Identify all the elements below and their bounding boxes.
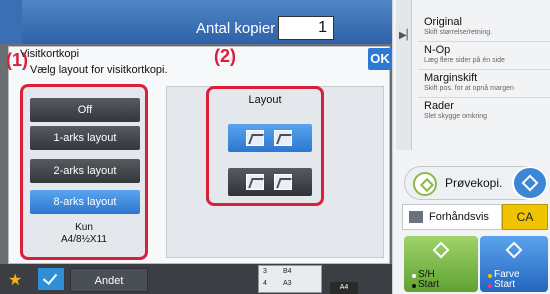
color-preview-button[interactable] — [512, 166, 548, 200]
dialog-subtitle: Vælg layout for visitkortkopi. — [30, 64, 168, 76]
other-button[interactable]: Andet — [70, 268, 148, 292]
color-start-button[interactable]: Farve Start — [480, 236, 548, 292]
divider — [418, 97, 550, 98]
dot-icon — [488, 274, 492, 278]
paper-tray-indicator[interactable]: 3 B4 4 A3 — [258, 265, 322, 293]
divider — [418, 69, 550, 70]
tray-row: 3 B4 — [263, 268, 303, 275]
right-item-rader[interactable]: Rader Slet skygge omkring — [424, 100, 548, 120]
callout-box-2 — [206, 86, 324, 206]
tray-size: B4 — [283, 268, 292, 275]
start-diamond-icon — [432, 241, 450, 259]
right-item-subtitle: Slet skygge omkring — [424, 113, 488, 120]
dot-icon — [488, 284, 492, 288]
right-item-original[interactable]: Original Skift størrelse/retning. — [424, 16, 548, 36]
paper-size-badge: A4 — [330, 282, 358, 294]
callout-label-2: (2) — [214, 46, 236, 66]
side-panel-handle[interactable]: ▶▏ — [396, 0, 415, 150]
tray-size: A3 — [283, 280, 292, 287]
right-item-subtitle: Skift pos. for at opnå margen — [424, 85, 514, 92]
copies-label: Antal kopier — [196, 20, 276, 37]
tray-number: 4 — [263, 280, 267, 287]
callout-label-1: (1) — [6, 50, 28, 70]
right-item-title: Rader — [424, 100, 454, 112]
callout-box-1 — [20, 84, 148, 260]
start-icon — [413, 172, 437, 196]
preview-icon — [409, 211, 423, 223]
ok-button[interactable]: OK — [368, 48, 392, 70]
expand-arrow-icon: ▶▏ — [399, 30, 415, 41]
copies-input[interactable]: 1 — [278, 16, 334, 40]
dot-icon — [412, 274, 416, 278]
right-item-n-op[interactable]: N-Op Læg flere sider på én side — [424, 44, 548, 64]
dialog-title: Visitkortkopi — [20, 48, 80, 60]
dot-icon — [412, 284, 416, 288]
tray-row: 4 A3 — [263, 280, 303, 287]
top-bar-left-edge — [0, 0, 22, 44]
bw-start-label2: Start — [418, 279, 440, 290]
tray-number: 3 — [263, 268, 267, 275]
preview-button[interactable]: Forhåndsvis — [402, 204, 502, 230]
clear-all-button[interactable]: CA — [502, 204, 548, 230]
right-item-title: N-Op — [424, 44, 451, 56]
right-item-subtitle: Skift størrelse/retning. — [424, 29, 493, 36]
right-item-title: Original — [424, 16, 462, 28]
right-item-title: Marginskift — [424, 72, 478, 84]
bw-start-button[interactable]: S/H Start — [404, 236, 478, 292]
preview-copy-label: Prøvekopi. — [445, 176, 503, 190]
preview-label: Forhåndsvis — [429, 211, 489, 223]
favorite-star-icon[interactable]: ★ — [8, 270, 22, 290]
start-diamond-icon — [505, 241, 523, 259]
color-start-label2: Start — [494, 279, 516, 290]
right-item-marginskift[interactable]: Marginskift Skift pos. for at opnå marge… — [424, 72, 548, 92]
check-icon[interactable] — [38, 268, 64, 290]
divider — [418, 41, 550, 42]
right-item-subtitle: Læg flere sider på én side — [424, 57, 505, 64]
